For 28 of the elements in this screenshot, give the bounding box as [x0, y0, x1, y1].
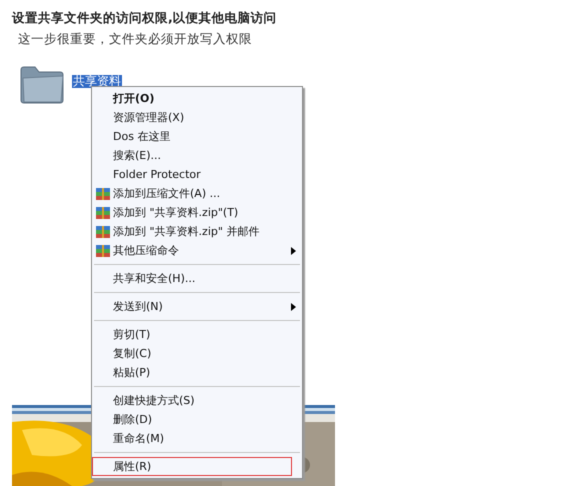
- archive-icon: [95, 224, 111, 238]
- menu-item[interactable]: 复制(C): [92, 344, 302, 363]
- submenu-arrow-icon: [291, 246, 296, 254]
- menu-item[interactable]: 属性(R): [92, 457, 292, 476]
- menu-item[interactable]: 其他压缩命令: [92, 241, 302, 260]
- menu-item[interactable]: Folder Protector: [92, 165, 302, 184]
- menu-item[interactable]: 发送到(N): [92, 297, 302, 316]
- menu-item[interactable]: 添加到 "共享资料.zip" 并邮件: [92, 222, 302, 241]
- menu-item[interactable]: 创建快捷方式(S): [92, 391, 302, 410]
- menu-item[interactable]: 打开(O): [92, 89, 302, 108]
- archive-icon: [95, 186, 111, 200]
- menu-item[interactable]: 搜索(E)...: [92, 146, 302, 165]
- menu-item[interactable]: 粘贴(P): [92, 363, 302, 382]
- menu-item[interactable]: 添加到 "共享资料.zip"(T): [92, 203, 302, 222]
- menu-item[interactable]: Dos 在这里: [92, 127, 302, 146]
- menu-item[interactable]: 资源管理器(X): [92, 108, 302, 127]
- menu-item[interactable]: 共享和安全(H)...: [92, 269, 302, 288]
- menu-item[interactable]: 添加到压缩文件(A) ...: [92, 184, 302, 203]
- heading: 设置共享文件夹的访问权限,以便其他电脑访问: [12, 9, 278, 26]
- menu-item[interactable]: 重命名(M): [92, 429, 302, 448]
- menu-item[interactable]: 剪切(T): [92, 325, 302, 344]
- archive-icon: [95, 244, 111, 258]
- menu-item[interactable]: 删除(D): [92, 410, 302, 429]
- submenu-arrow-icon: [291, 302, 296, 310]
- folder-icon[interactable]: [18, 64, 66, 104]
- folder-label[interactable]: 共享资料: [72, 75, 122, 88]
- subtitle: 这一步很重要，文件夹必须开放写入权限: [18, 30, 253, 48]
- archive-icon: [95, 206, 111, 220]
